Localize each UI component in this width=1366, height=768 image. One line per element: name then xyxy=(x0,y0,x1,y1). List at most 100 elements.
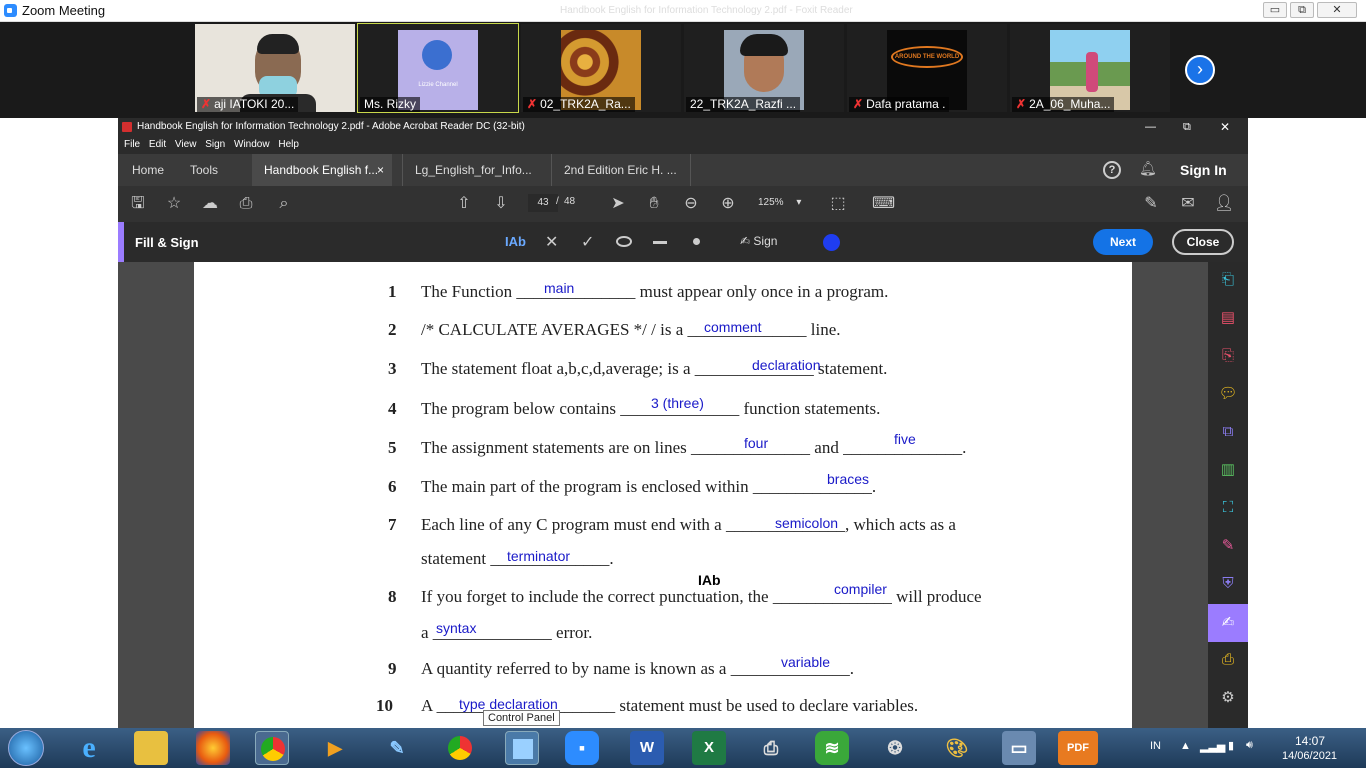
filled-answer[interactable]: declaration xyxy=(752,357,821,373)
menu-window[interactable]: Window xyxy=(234,139,270,150)
export-pdf-icon[interactable]: ⎗ xyxy=(1218,270,1238,290)
participant-tile[interactable]: AROUND THE WORLD ✗ Dafa pratama . xyxy=(847,24,1007,112)
help-icon[interactable]: ? xyxy=(1103,161,1121,179)
close-button[interactable]: Close xyxy=(1172,229,1234,255)
filled-answer[interactable]: terminator xyxy=(507,548,570,564)
fill-and-sign-active-icon[interactable]: ✍︎ xyxy=(1208,604,1248,642)
filled-answer[interactable]: syntax xyxy=(436,620,476,636)
acrobat-restore-button[interactable]: ⧉ xyxy=(1183,118,1191,136)
organize-pages-icon[interactable]: ▤ xyxy=(1218,308,1238,328)
page-fit-icon[interactable]: ⬚ xyxy=(828,194,848,214)
compress-icon[interactable]: ▥ xyxy=(1218,460,1238,480)
participant-tile[interactable]: 22_TRK2A_Razfi ... xyxy=(684,24,844,112)
next-page-icon[interactable]: ⇩ xyxy=(491,194,511,214)
customize-tools-icon[interactable]: ⚙ xyxy=(1218,688,1238,708)
zoom-restore-button[interactable]: ⧉ xyxy=(1290,2,1314,18)
circle-tool-icon[interactable] xyxy=(616,236,632,247)
filled-answer[interactable]: variable xyxy=(781,654,830,670)
previous-page-icon[interactable]: ⇧ xyxy=(454,194,474,214)
zoom-app-icon[interactable]: ▪ xyxy=(565,731,599,765)
menu-view[interactable]: View xyxy=(175,139,197,150)
word-icon[interactable]: W xyxy=(630,731,664,765)
filled-answer[interactable]: semicolon xyxy=(775,515,838,531)
search-icon[interactable]: ⌕ xyxy=(274,194,294,214)
zoom-out-icon[interactable]: ⊖ xyxy=(681,194,701,214)
filled-answer[interactable]: braces xyxy=(827,471,869,487)
media-player-icon[interactable]: ▶ xyxy=(318,731,352,765)
excel-icon[interactable]: X xyxy=(692,731,726,765)
internet-explorer-icon[interactable]: e xyxy=(72,731,106,765)
chrome-icon[interactable] xyxy=(443,731,477,765)
zoom-minimize-button[interactable]: ▭ xyxy=(1263,2,1287,18)
participant-tile[interactable]: ✗ 2A_06_Muha... xyxy=(1010,24,1170,112)
acrobat-minimize-button[interactable]: — xyxy=(1145,118,1156,136)
scan-enhance-icon[interactable]: ⛶ xyxy=(1218,498,1238,518)
filled-answer[interactable]: 3 (three) xyxy=(651,395,704,411)
participant-tile[interactable]: Lizzie Channel Ms. Rizky xyxy=(357,23,519,113)
control-panel-icon[interactable] xyxy=(505,731,539,765)
chrome-taskbar-icon[interactable] xyxy=(255,731,289,765)
tab-home[interactable]: Home xyxy=(120,154,164,186)
file-explorer-icon[interactable] xyxy=(134,731,168,765)
create-pdf-icon[interactable]: ⎘ xyxy=(1218,346,1238,366)
upload-cloud-icon[interactable]: ☁ xyxy=(200,194,220,214)
menu-edit[interactable]: Edit xyxy=(149,139,166,150)
next-participants-arrow-icon[interactable]: › xyxy=(1185,55,1215,85)
color-picker-swatch[interactable] xyxy=(823,234,840,251)
clock-time[interactable]: 14:07 xyxy=(1295,734,1325,748)
camera-aperture-icon[interactable]: ❂ xyxy=(878,731,912,765)
filled-answer[interactable]: five xyxy=(894,431,916,447)
more-tools-icon[interactable]: ⎙ xyxy=(1218,650,1238,670)
participant-tile[interactable]: ✗ aji IATOKI 20... xyxy=(195,24,355,112)
paint-palette-icon[interactable]: 🎨︎ xyxy=(940,731,974,765)
tab-document-handbook[interactable]: Handbook English f... × xyxy=(252,154,392,186)
hand-tool-icon[interactable]: ✋︎ xyxy=(644,194,664,214)
keyboard-icon[interactable]: ⌨ xyxy=(872,194,895,214)
tab-document-lg-english[interactable]: Lg_English_for_Info... xyxy=(402,154,542,186)
combine-files-icon[interactable]: ⧉ xyxy=(1218,422,1238,442)
check-mark-icon[interactable]: ✓ xyxy=(581,232,594,252)
page-number-input[interactable]: 43 xyxy=(528,194,558,212)
protect-shield-icon[interactable]: ⛨ xyxy=(1218,574,1238,594)
print-icon[interactable]: ⎙ xyxy=(236,194,256,214)
start-button[interactable] xyxy=(8,730,44,766)
filled-answer[interactable]: four xyxy=(744,435,768,451)
select-pointer-icon[interactable]: ➤ xyxy=(608,194,628,214)
filled-answer[interactable]: comment xyxy=(704,319,762,335)
menu-help[interactable]: Help xyxy=(278,139,299,150)
pdf-page[interactable]: 1 The Function ______________ must appear… xyxy=(194,262,1132,728)
edit-pdf-icon[interactable]: ✎ xyxy=(1141,194,1161,214)
zoom-in-icon[interactable]: ⊕ xyxy=(718,194,738,214)
line-tool-icon[interactable] xyxy=(653,241,667,244)
filled-answer[interactable]: main xyxy=(544,280,574,296)
bookmark-star-icon[interactable]: ☆ xyxy=(164,194,184,214)
volume-icon[interactable]: 🔊︎ xyxy=(1246,739,1253,752)
pen-tool-icon[interactable]: ✎ xyxy=(380,731,414,765)
fill-sign-pen-icon[interactable]: ✎ xyxy=(1218,536,1238,556)
language-indicator[interactable]: IN xyxy=(1150,740,1161,752)
wifi-hotspot-icon[interactable]: ≋ xyxy=(815,731,849,765)
zoom-close-button[interactable]: ✕ xyxy=(1317,2,1357,18)
filled-answer[interactable]: compiler xyxy=(834,581,887,597)
comment-icon[interactable]: 💬︎ xyxy=(1218,384,1238,404)
email-icon[interactable]: ✉ xyxy=(1178,194,1198,214)
cross-mark-icon[interactable]: ✕ xyxy=(545,232,558,252)
sign-in-link[interactable]: Sign In xyxy=(1180,162,1227,178)
remote-desktop-icon[interactable]: ▭ xyxy=(1002,731,1036,765)
participant-tile[interactable]: ✗ 02_TRK2A_Ra... xyxy=(521,24,681,112)
share-user-icon[interactable]: 👤︎ xyxy=(1214,194,1234,214)
clock-date[interactable]: 14/06/2021 xyxy=(1282,750,1337,762)
signal-icon[interactable]: ▂▃▅ xyxy=(1200,740,1225,753)
printer-icon[interactable]: ⎙ xyxy=(754,731,788,765)
sign-button[interactable]: ✍︎ Sign xyxy=(740,234,777,248)
menu-sign[interactable]: Sign xyxy=(205,139,225,150)
zoom-level-dropdown[interactable]: 125% ▾ xyxy=(758,197,801,208)
tray-expand-icon[interactable]: ▲ xyxy=(1180,740,1191,752)
notification-bell-icon[interactable]: 🔔︎ xyxy=(1139,160,1157,177)
next-button[interactable]: Next xyxy=(1093,229,1153,255)
save-icon[interactable]: 🖫 xyxy=(128,194,148,214)
battery-icon[interactable]: ▮ xyxy=(1228,739,1234,752)
tab-tools[interactable]: Tools xyxy=(178,154,218,186)
tab-document-2nd-edition[interactable]: 2nd Edition Eric H. ... xyxy=(551,154,691,186)
dot-tool-icon[interactable] xyxy=(693,238,700,245)
